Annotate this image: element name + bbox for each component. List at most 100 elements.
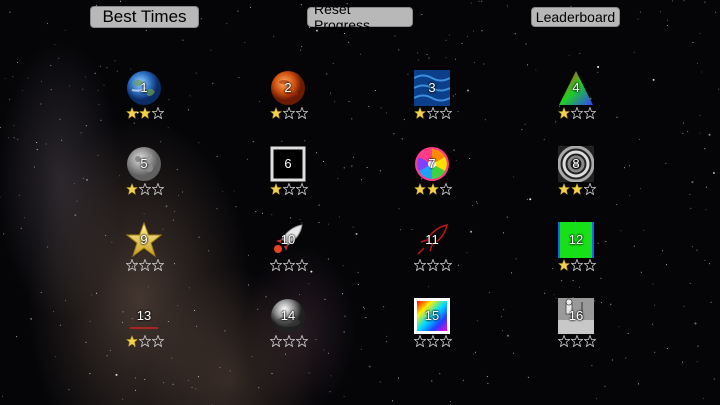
reset-progress-button[interactable]: Reset Progress <box>307 1 413 33</box>
level-number: 15 <box>424 308 440 323</box>
level-16-tile[interactable]: 16 <box>546 298 606 358</box>
level-13-tile[interactable]: 13 <box>114 298 174 358</box>
star-empty-icon <box>427 259 439 271</box>
star-filled-icon <box>139 107 151 119</box>
star-empty-icon <box>414 259 426 271</box>
star-empty-icon <box>571 259 583 271</box>
star-empty-icon <box>414 335 426 347</box>
level-11-tile[interactable]: 11 <box>402 222 462 282</box>
star-rating <box>126 335 166 347</box>
star-empty-icon <box>440 335 452 347</box>
best-times-button[interactable]: Best Times <box>90 6 199 28</box>
star-empty-icon <box>139 335 151 347</box>
star-empty-icon <box>283 259 295 271</box>
level-4-tile[interactable]: 4 <box>546 70 606 130</box>
star-filled-icon <box>270 107 282 119</box>
star-rating <box>414 259 454 271</box>
star-filled-icon <box>414 107 426 119</box>
star-empty-icon <box>440 183 452 195</box>
star-filled-icon <box>427 183 439 195</box>
star-filled-icon <box>558 259 570 271</box>
star-empty-icon <box>296 259 308 271</box>
level-number: 13 <box>136 308 152 323</box>
star-filled-icon <box>126 107 138 119</box>
star-filled-icon <box>270 183 282 195</box>
star-empty-icon <box>152 259 164 271</box>
star-empty-icon <box>584 259 596 271</box>
star-empty-icon <box>270 335 282 347</box>
star-empty-icon <box>427 107 439 119</box>
star-empty-icon <box>283 107 295 119</box>
star-filled-icon <box>558 107 570 119</box>
star-empty-icon <box>139 183 151 195</box>
level-number: 5 <box>140 156 148 171</box>
star-empty-icon <box>296 183 308 195</box>
star-rating <box>270 335 310 347</box>
star-empty-icon <box>139 259 151 271</box>
star-rating <box>270 259 310 271</box>
star-empty-icon <box>427 335 439 347</box>
star-rating <box>558 183 598 195</box>
level-15-tile[interactable]: 15 <box>402 298 462 358</box>
star-rating <box>126 259 166 271</box>
star-rating <box>558 259 598 271</box>
star-rating <box>270 183 310 195</box>
star-empty-icon <box>296 107 308 119</box>
star-empty-icon <box>152 335 164 347</box>
star-empty-icon <box>296 335 308 347</box>
level-number: 12 <box>568 232 584 247</box>
level-number: 14 <box>280 308 296 323</box>
level-6-tile[interactable]: 6 <box>258 146 318 206</box>
star-filled-icon <box>571 183 583 195</box>
star-filled-icon <box>126 335 138 347</box>
level-number: 10 <box>280 232 296 247</box>
level-10-tile[interactable]: 10 <box>258 222 318 282</box>
star-empty-icon <box>558 335 570 347</box>
level-select-screen: Best Times Reset Progress Leaderboard 12… <box>0 0 720 405</box>
level-9-tile[interactable]: 9 <box>114 221 174 282</box>
level-number: 11 <box>425 232 439 247</box>
level-number: 8 <box>572 156 580 171</box>
level-14-tile[interactable]: 14 <box>258 298 318 358</box>
star-empty-icon <box>152 183 164 195</box>
star-empty-icon <box>571 335 583 347</box>
star-rating <box>414 107 454 119</box>
level-number: 6 <box>284 156 292 171</box>
star-rating <box>414 335 454 347</box>
level-8-tile[interactable]: 8 <box>546 145 606 206</box>
star-empty-icon <box>584 183 596 195</box>
level-number: 9 <box>140 232 148 247</box>
level-number: 3 <box>428 80 436 95</box>
star-rating <box>126 183 166 195</box>
level-1-tile[interactable]: 1 <box>114 70 174 130</box>
star-filled-icon <box>558 183 570 195</box>
level-2-tile[interactable]: 2 <box>258 70 318 130</box>
star-rating <box>414 183 454 195</box>
level-7-tile[interactable]: 7 <box>402 146 462 206</box>
star-empty-icon <box>440 259 452 271</box>
level-12-tile[interactable]: 12 <box>546 222 606 282</box>
star-rating <box>270 107 310 119</box>
star-empty-icon <box>152 107 164 119</box>
level-number: 4 <box>572 80 580 95</box>
star-empty-icon <box>571 107 583 119</box>
star-filled-icon <box>126 183 138 195</box>
starfield-background <box>0 0 720 405</box>
level-3-tile[interactable]: 3 <box>402 70 462 130</box>
leaderboard-button[interactable]: Leaderboard <box>531 7 620 27</box>
star-rating <box>558 335 598 347</box>
star-filled-icon <box>414 183 426 195</box>
star-empty-icon <box>584 107 596 119</box>
level-number: 16 <box>568 308 584 323</box>
level-number: 7 <box>428 156 436 171</box>
level-5-tile[interactable]: 5 <box>114 146 174 206</box>
star-empty-icon <box>440 107 452 119</box>
star-empty-icon <box>283 183 295 195</box>
star-empty-icon <box>270 259 282 271</box>
star-empty-icon <box>126 259 138 271</box>
star-rating <box>126 107 166 119</box>
level-number: 1 <box>140 80 148 95</box>
star-rating <box>558 107 598 119</box>
star-empty-icon <box>283 335 295 347</box>
level-number: 2 <box>284 80 292 95</box>
